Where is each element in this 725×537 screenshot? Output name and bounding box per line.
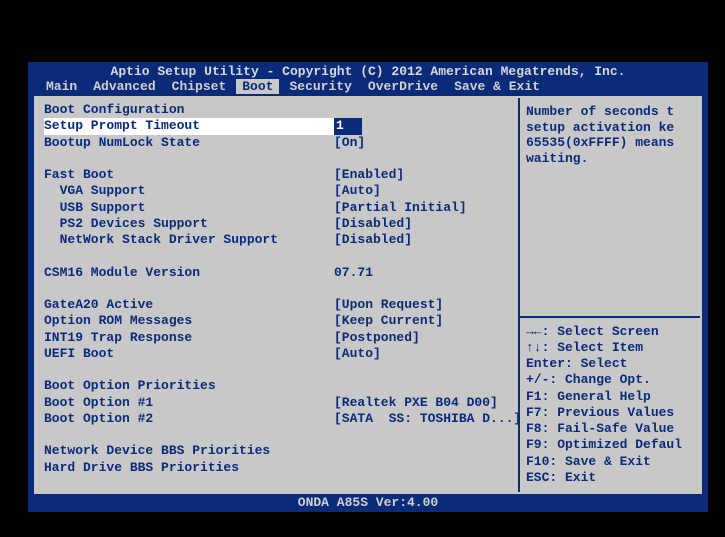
item-label: Network Device BBS Priorities	[44, 443, 334, 459]
item-label: Option ROM Messages	[44, 313, 334, 329]
item-value: [Postponed]	[334, 330, 510, 346]
item-hdd-bbs[interactable]: Hard Drive BBS Priorities	[44, 460, 510, 476]
section-boot-configuration: Boot Configuration	[44, 102, 510, 118]
item-value: [Auto]	[334, 346, 510, 362]
item-value: [Realtek PXE B04 D00]	[334, 395, 510, 411]
keyhelp-esc: ESC: Exit	[526, 470, 694, 486]
item-value: [Upon Request]	[334, 297, 510, 313]
keyhelp-f9: F9: Optimized Defaul	[526, 437, 694, 453]
settings-pane: Boot Configuration Setup Prompt Timeout …	[36, 98, 518, 492]
blank-row	[44, 362, 510, 378]
item-label: Boot Option #2	[44, 411, 334, 427]
item-vga-support[interactable]: VGA Support [Auto]	[44, 183, 510, 199]
body: Boot Configuration Setup Prompt Timeout …	[34, 96, 702, 494]
item-label: PS2 Devices Support	[44, 216, 334, 232]
tab-save-exit[interactable]: Save & Exit	[448, 79, 546, 94]
keyhelp-change-opt: +/-: Change Opt.	[526, 372, 694, 388]
item-value: 1	[334, 118, 510, 134]
item-value: [Disabled]	[334, 232, 510, 248]
item-network-bbs[interactable]: Network Device BBS Priorities	[44, 443, 510, 459]
item-label: GateA20 Active	[44, 297, 334, 313]
item-value: [Disabled]	[334, 216, 510, 232]
item-label: VGA Support	[44, 183, 334, 199]
key-help: →←: Select Screen ↑↓: Select Item Enter:…	[520, 316, 700, 493]
item-label: Setup Prompt Timeout	[44, 118, 334, 134]
footer-version: ONDA A85S Ver:4.00	[28, 493, 708, 512]
help-line: setup activation ke	[526, 120, 694, 136]
help-line: 65535(0xFFFF) means	[526, 135, 694, 151]
selected-value: 1	[334, 118, 362, 134]
keyhelp-f1: F1: General Help	[526, 389, 694, 405]
keyhelp-enter: Enter: Select	[526, 356, 694, 372]
tab-advanced[interactable]: Advanced	[87, 79, 161, 94]
item-label: Boot Option #1	[44, 395, 334, 411]
item-label: CSM16 Module Version	[44, 265, 334, 281]
item-setup-prompt-timeout[interactable]: Setup Prompt Timeout 1	[44, 118, 510, 134]
item-value: [Auto]	[334, 183, 510, 199]
tab-chipset[interactable]: Chipset	[166, 79, 233, 94]
tab-security[interactable]: Security	[283, 79, 357, 94]
bios-screen: Aptio Setup Utility - Copyright (C) 2012…	[28, 62, 708, 512]
help-pane: Number of seconds t setup activation ke …	[518, 98, 700, 492]
section-label: Boot Option Priorities	[44, 378, 334, 394]
section-label: Boot Configuration	[44, 102, 334, 118]
blank-row	[44, 151, 510, 167]
item-label: UEFI Boot	[44, 346, 334, 362]
item-uefi-boot[interactable]: UEFI Boot [Auto]	[44, 346, 510, 362]
item-label: Hard Drive BBS Priorities	[44, 460, 334, 476]
item-value: [Partial Initial]	[334, 200, 510, 216]
item-boot-option-2[interactable]: Boot Option #2 [SATA SS: TOSHIBA D...]	[44, 411, 510, 427]
item-label: INT19 Trap Response	[44, 330, 334, 346]
keyhelp-f10: F10: Save & Exit	[526, 454, 694, 470]
item-label: NetWork Stack Driver Support	[44, 232, 334, 248]
blank-row	[44, 427, 510, 443]
keyhelp-select-screen: →←: Select Screen	[526, 324, 694, 340]
item-value: [On]	[334, 135, 510, 151]
item-usb-support[interactable]: USB Support [Partial Initial]	[44, 200, 510, 216]
item-label: USB Support	[44, 200, 334, 216]
item-boot-option-1[interactable]: Boot Option #1 [Realtek PXE B04 D00]	[44, 395, 510, 411]
section-boot-priorities: Boot Option Priorities	[44, 378, 510, 394]
blank-row	[44, 248, 510, 264]
item-gatea20[interactable]: GateA20 Active [Upon Request]	[44, 297, 510, 313]
item-label: Bootup NumLock State	[44, 135, 334, 151]
menu-bar: Main Advanced Chipset Boot Security Over…	[28, 79, 708, 94]
keyhelp-f8: F8: Fail-Safe Value	[526, 421, 694, 437]
help-line: waiting.	[526, 151, 694, 167]
help-line: Number of seconds t	[526, 104, 694, 120]
item-bootup-numlock[interactable]: Bootup NumLock State [On]	[44, 135, 510, 151]
item-value: [Keep Current]	[334, 313, 510, 329]
item-option-rom[interactable]: Option ROM Messages [Keep Current]	[44, 313, 510, 329]
tab-main[interactable]: Main	[40, 79, 83, 94]
item-value: [SATA SS: TOSHIBA D...]	[334, 411, 518, 427]
tab-boot[interactable]: Boot	[236, 79, 279, 94]
item-value: [Enabled]	[334, 167, 510, 183]
item-value: 07.71	[334, 265, 510, 281]
blank-row	[44, 281, 510, 297]
title-bar: Aptio Setup Utility - Copyright (C) 2012…	[28, 62, 708, 79]
item-network-stack-support[interactable]: NetWork Stack Driver Support [Disabled]	[44, 232, 510, 248]
item-ps2-support[interactable]: PS2 Devices Support [Disabled]	[44, 216, 510, 232]
tab-overdrive[interactable]: OverDrive	[362, 79, 444, 94]
item-label: Fast Boot	[44, 167, 334, 183]
help-description: Number of seconds t setup activation ke …	[520, 98, 700, 316]
item-fast-boot[interactable]: Fast Boot [Enabled]	[44, 167, 510, 183]
keyhelp-f7: F7: Previous Values	[526, 405, 694, 421]
item-csm16-version: CSM16 Module Version 07.71	[44, 265, 510, 281]
keyhelp-select-item: ↑↓: Select Item	[526, 340, 694, 356]
item-int19[interactable]: INT19 Trap Response [Postponed]	[44, 330, 510, 346]
